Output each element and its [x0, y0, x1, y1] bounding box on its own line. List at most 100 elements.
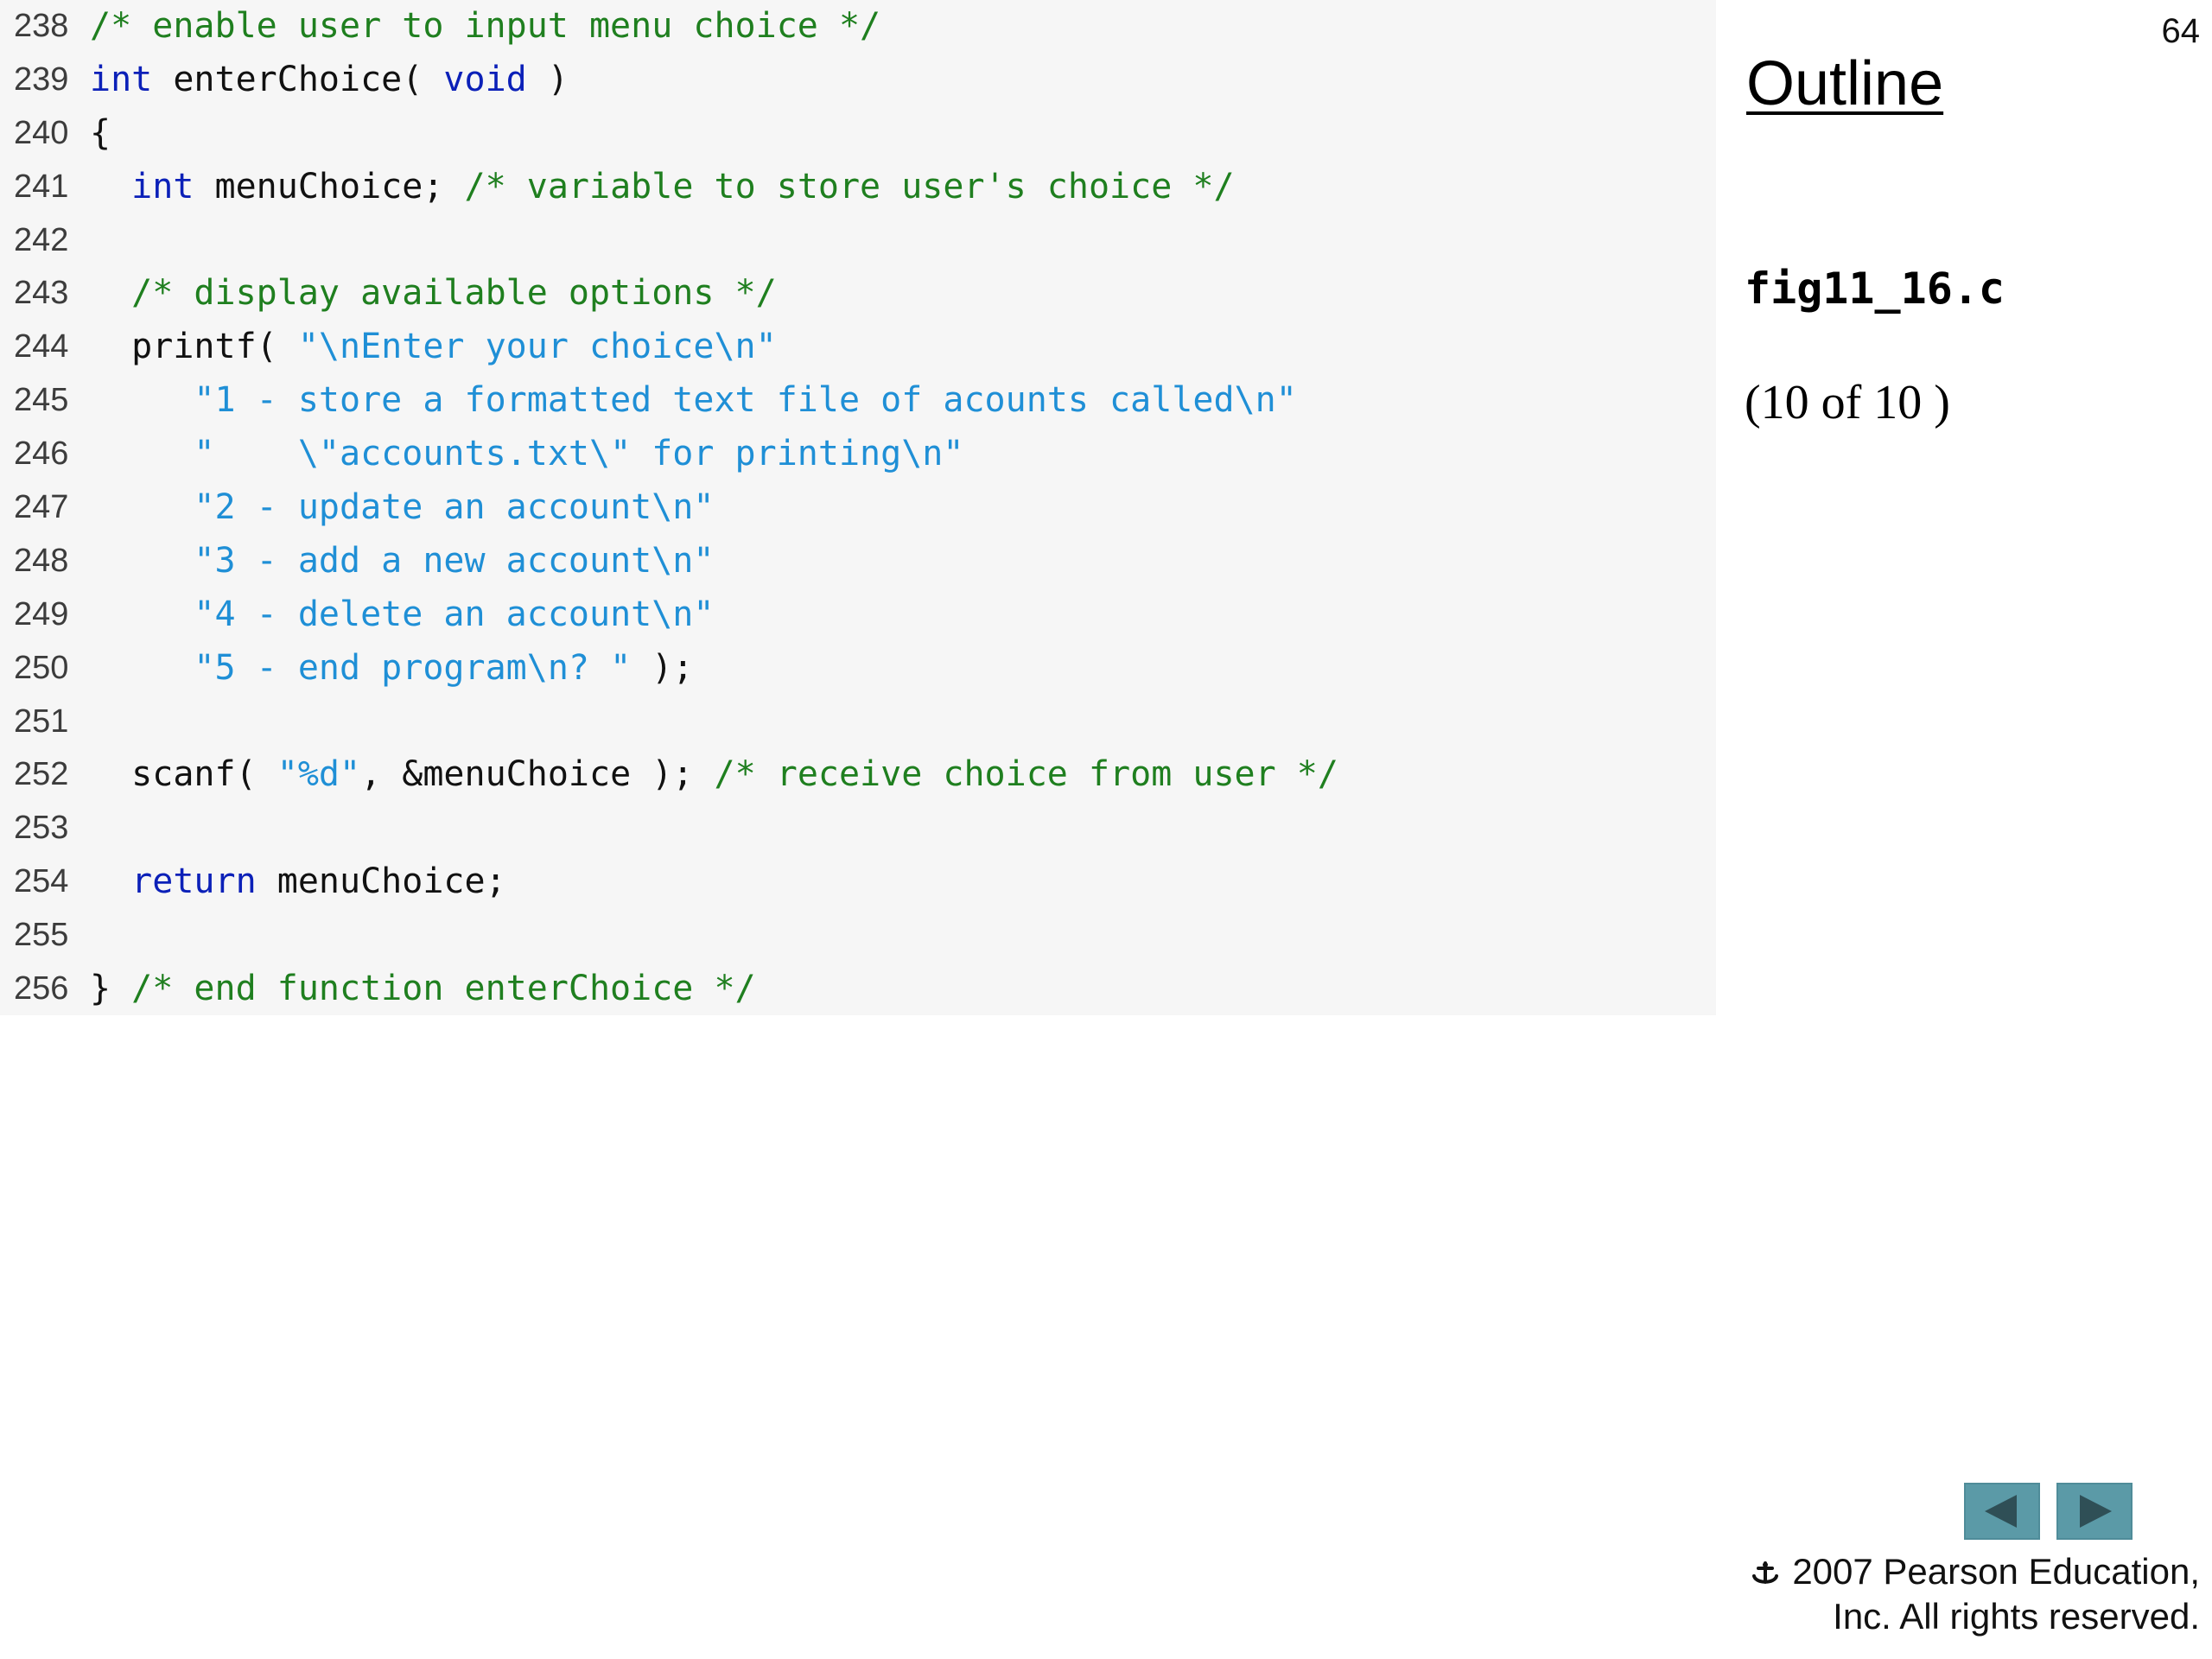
code-token: enterChoice( [152, 59, 444, 99]
line-code: int enterChoice( void ) [90, 55, 569, 104]
line-number: 254 [14, 863, 69, 900]
copyright-line-1: 2007 Pearson Education, [1749, 1549, 2200, 1594]
code-line: 256} /* end function enterChoice */ [0, 964, 1716, 1018]
code-line: 239 int enterChoice( void ) [0, 55, 1716, 109]
line-number: 249 [14, 595, 69, 632]
code-token: "4 - delete an account\n" [194, 594, 715, 634]
code-token: /* end function enterChoice */ [131, 969, 756, 1009]
line-number: 244 [14, 328, 69, 365]
left-triangle-icon [1985, 1495, 2017, 1528]
copyright-text-line-2: Inc. All rights reserved. [1833, 1596, 2200, 1637]
code-line: 246 " \"accounts.txt\" for printing\n" [0, 429, 1716, 483]
code-token: scanf( [90, 754, 277, 795]
page-indicator: (10 of 10 ) [1745, 376, 1950, 429]
code-token: "3 - add a new account\n" [194, 540, 715, 581]
code-token: ); [631, 647, 694, 688]
code-line: 242 [0, 216, 1716, 270]
line-number: 245 [14, 382, 69, 419]
code-token: void [443, 59, 527, 99]
copyright-text-line-1: 2007 Pearson Education, [1792, 1551, 2200, 1592]
code-line: 247 "2 - update an account\n" [0, 483, 1716, 537]
code-token: "1 - store a formatted text file of acou… [194, 380, 1297, 421]
code-token: menuChoice; [256, 861, 506, 902]
line-code: /* display available options */ [90, 269, 777, 317]
code-token: /* display available options */ [131, 273, 777, 314]
line-number: 246 [14, 435, 69, 473]
code-token: return [131, 861, 257, 902]
line-number: 247 [14, 489, 69, 526]
code-token: /* enable user to input menu choice */ [90, 6, 881, 46]
code-token: "2 - update an account\n" [194, 487, 715, 528]
outline-link[interactable]: Outline [1746, 48, 1943, 119]
right-triangle-icon [2080, 1495, 2112, 1528]
line-number: 253 [14, 810, 69, 847]
line-number: 243 [14, 275, 69, 312]
code-listing: 238 /* enable user to input menu choice *… [0, 0, 1716, 1018]
code-line: 251 [0, 697, 1716, 751]
line-number: 241 [14, 168, 69, 205]
slide-number: 64 [2161, 12, 2201, 50]
copyright-footer: 2007 Pearson Education, Inc. All rights … [1749, 1549, 2200, 1639]
line-code: "1 - store a formatted text file of acou… [90, 376, 1297, 424]
code-token: /* receive choice from user */ [714, 754, 1338, 795]
code-token: { [90, 112, 111, 153]
code-token: } [90, 969, 132, 1009]
line-code: printf( "\nEnter your choice\n" [90, 322, 777, 371]
line-code: /* enable user to input menu choice */ [90, 2, 880, 50]
line-number: 256 [14, 970, 69, 1007]
code-line: 243 /* display available options */ [0, 269, 1716, 322]
code-line: 241 int menuChoice; /* variable to store… [0, 162, 1716, 216]
line-code: int menuChoice; /* variable to store use… [90, 162, 1235, 211]
code-token: , &menuChoice ); [360, 754, 715, 795]
code-token: "%d" [276, 754, 361, 795]
line-number: 248 [14, 542, 69, 579]
line-code: scanf( "%d", &menuChoice ); /* receive c… [90, 750, 1338, 798]
line-number: 250 [14, 649, 69, 686]
previous-slide-button[interactable] [1964, 1483, 2040, 1540]
file-name: fig11_16.c [1745, 264, 2005, 314]
line-code: " \"accounts.txt\" for printing\n" [90, 429, 963, 478]
line-code: } /* end function enterChoice */ [90, 964, 756, 1013]
code-line: 253 [0, 804, 1716, 857]
code-line: 255 [0, 911, 1716, 964]
line-code: "3 - add a new account\n" [90, 537, 714, 585]
code-token: menuChoice; [194, 166, 465, 207]
line-number: 239 [14, 60, 69, 98]
line-code: return menuChoice; [90, 857, 506, 906]
code-line: 245 "1 - store a formatted text file of … [0, 376, 1716, 429]
code-line: 244 printf( "\nEnter your choice\n" [0, 322, 1716, 376]
code-panel: 238 /* enable user to input menu choice *… [0, 0, 1716, 1015]
code-token: " \"accounts.txt\" for printing\n" [194, 434, 964, 474]
line-number: 242 [14, 221, 69, 258]
next-slide-button[interactable] [2056, 1483, 2133, 1540]
code-line: 254 return menuChoice; [0, 857, 1716, 911]
code-line: 248 "3 - add a new account\n" [0, 537, 1716, 590]
code-token: "\nEnter your choice\n" [297, 327, 777, 367]
code-token: ) [526, 59, 569, 99]
code-token: "5 - end program\n? " [194, 647, 632, 688]
line-number: 238 [14, 8, 69, 44]
line-number: 255 [14, 917, 69, 954]
code-token: printf( [90, 327, 298, 367]
line-number: 252 [14, 756, 69, 793]
line-number: 251 [14, 702, 69, 740]
code-token: int [90, 59, 153, 99]
code-line: 252 scanf( "%d", &menuChoice ); /* recei… [0, 750, 1716, 804]
line-code: "5 - end program\n? " ); [90, 644, 693, 692]
code-token: /* variable to store user's choice */ [464, 166, 1235, 207]
pearson-logo-icon [1752, 1560, 1779, 1584]
code-line: 249 "4 - delete an account\n" [0, 590, 1716, 644]
code-line: 240 { [0, 109, 1716, 162]
code-line: 238 /* enable user to input menu choice *… [0, 2, 1716, 55]
code-token: int [131, 166, 194, 207]
line-code: { [90, 109, 111, 157]
line-code: "2 - update an account\n" [90, 483, 714, 531]
